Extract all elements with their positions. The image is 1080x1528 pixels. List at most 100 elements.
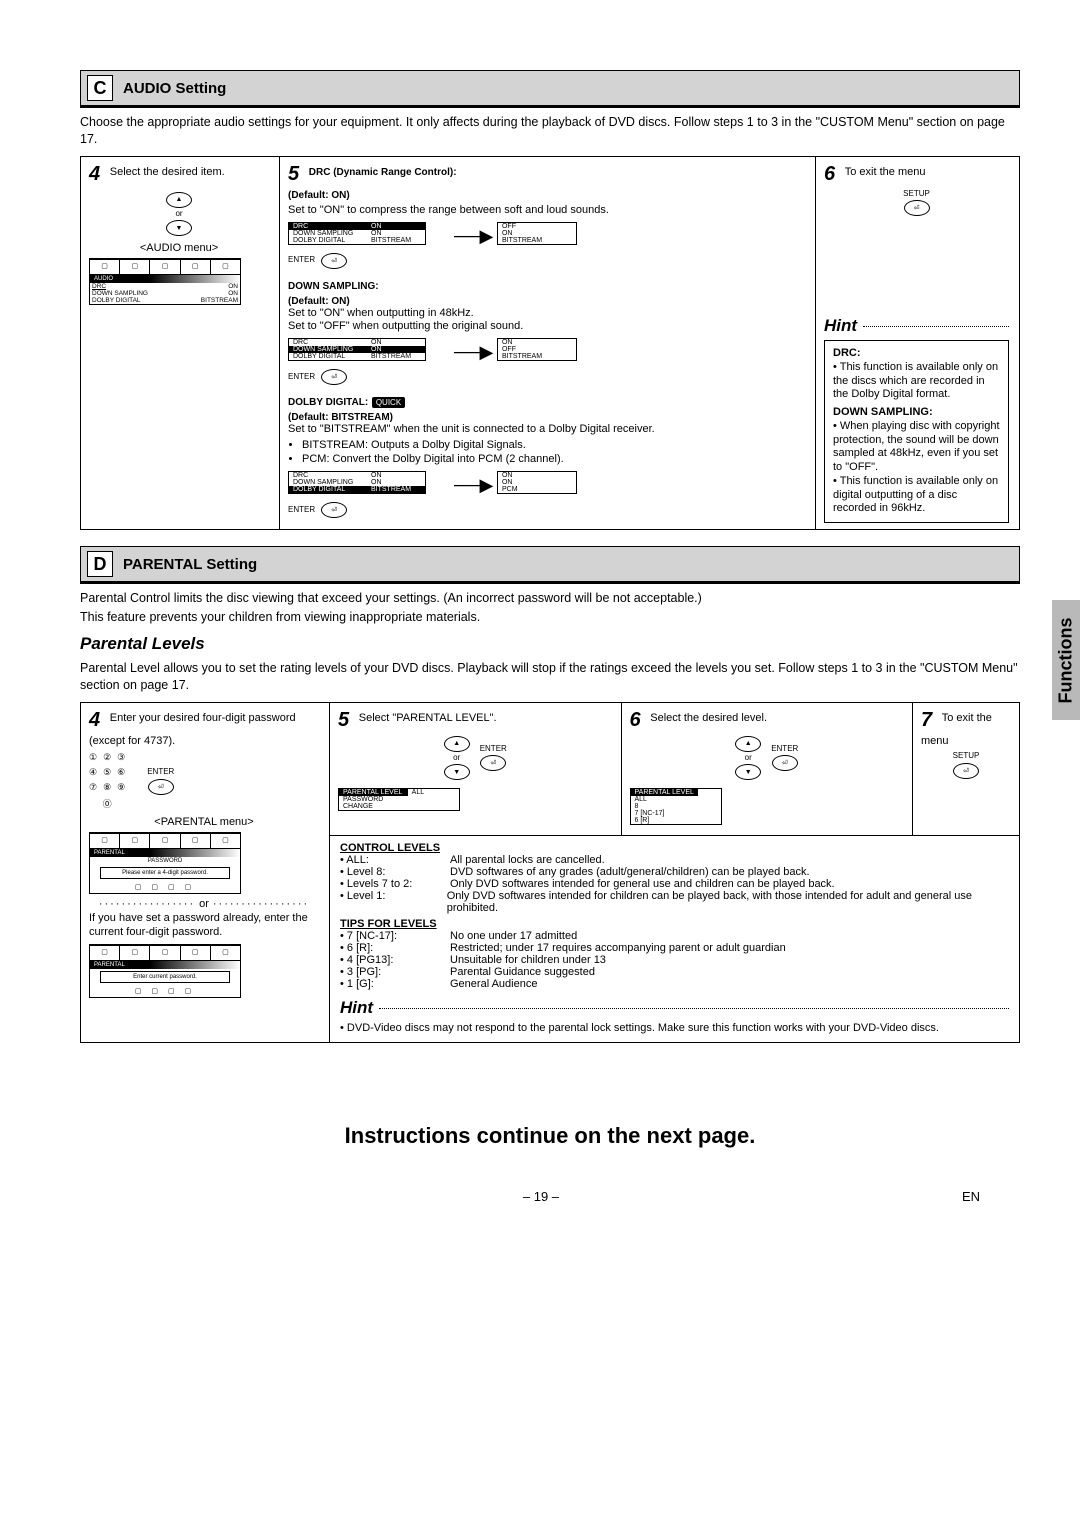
or-label: or [453,754,460,762]
up-button-icon: ▲ [166,192,192,208]
d-step6-cell: 6 Select the desired level. ▲ or ▼ ENTER… [622,703,914,835]
step4-num: 4 [89,163,100,185]
dolby-alt-table: ON ON PCM [497,471,577,494]
up-button-icon: ▲ [735,736,761,752]
d-step4-num: 4 [89,709,100,731]
audio-menu-box: ▢▢▢▢▢ AUDIO DRCON DOWN SAMPLINGON DOLBY … [89,258,241,305]
down-default-table: DRCON DOWN SAMPLINGON DOLBY DIGITALBITST… [288,338,426,361]
d-step5-num: 5 [338,709,349,731]
drc-desc: Set to "ON" to compress the range betwee… [288,204,609,216]
section-d-steps: 4 Enter your desired four-digit password… [80,702,1020,1043]
enter-label: ENTER [771,745,798,753]
step4-cell: 4 Select the desired item. ▲ or ▼ <AUDIO… [81,157,280,529]
section-d-header: D PARENTAL Setting [80,546,1020,584]
setup-button-icon: ⏎ [953,763,979,779]
control-levels-head: CONTROL LEVELS [340,842,1009,854]
continue-notice: Instructions continue on the next page. [80,1123,1020,1149]
password-boxes-icon: ▢ ▢ ▢ ▢ [90,881,240,893]
dolby-bullet2: PCM: Convert the Dolby Digital into PCM … [302,453,805,465]
section-c-letter: C [87,75,113,101]
section-c-header: C AUDIO Setting [80,70,1020,108]
enter-label: ENTER [288,506,315,514]
or-label: or [199,898,209,910]
downsampling-desc1: Set to "ON" when outputting in 48kHz. [288,307,805,321]
parental-levels-subhead: Parental Levels [80,634,1020,654]
enter-button-icon: ⏎ [148,779,174,795]
page-footer: – 19 – EN [80,1189,1020,1204]
down-button-icon: ▼ [166,220,192,236]
d-step7-num: 7 [921,709,932,731]
step5-cell: 5 DRC (Dynamic Range Control): (Default:… [280,157,816,529]
down-button-icon: ▼ [735,764,761,780]
enter-label: ENTER [147,768,174,776]
downsampling-desc2: Set to "OFF" when outputting the origina… [288,320,805,334]
section-c-steps: 4 Select the desired item. ▲ or ▼ <AUDIO… [80,156,1020,530]
dolby-default: (Default: BITSTREAM) [288,412,393,423]
control-levels-block: CONTROL LEVELS • ALL:All parental locks … [330,836,1019,1042]
hint-drc-text: This function is available only on the d… [833,361,998,401]
step4-text: Select the desired item. [110,166,225,178]
step6-cell: 6 To exit the menu SETUP ⏎ Hint DRC: • T… [816,157,1019,529]
d-step6-text: Select the desired level. [650,712,767,724]
downsampling-heading: DOWN SAMPLING: [288,281,379,292]
dolby-bullet1: BITSTREAM: Outputs a Dolby Digital Signa… [302,439,805,451]
side-tab-label: Functions [1056,617,1077,703]
section-d-title: PARENTAL Setting [123,556,257,573]
or-label: or [175,210,182,218]
hint-d-title: Hint [340,998,373,1018]
setup-button-icon: ⏎ [904,200,930,216]
down-button-icon: ▼ [444,764,470,780]
tips-levels-head: TIPS FOR LEVELS [340,918,1009,930]
drc-default-table: DRCON DOWN SAMPLINGON DOLBY DIGITALBITST… [288,222,426,245]
hint-c-box: DRC: • This function is available only o… [824,340,1009,523]
section-d-intro1: Parental Control limits the disc viewing… [80,590,1020,607]
enter-button-icon: ⏎ [321,369,347,385]
section-d-intro2: This feature prevents your children from… [80,609,1020,626]
d-step7-cell: 7 To exit the menu SETUP ⏎ [913,703,1019,835]
keypad-icon: ①②③ [89,752,131,763]
side-tab: Functions [1052,600,1080,720]
drc-alt-table: OFF ON BITSTREAM [497,222,577,245]
d-step4-cell: 4 Enter your desired four-digit password… [81,703,330,1042]
section-c-title: AUDIO Setting [123,80,226,97]
hint-c-title: Hint [824,316,857,336]
d-step4-alt: If you have set a password already, ente… [89,912,319,940]
enter-button-icon: ⏎ [772,755,798,771]
enter-label: ENTER [288,373,315,381]
parental-menu-box2: ▢▢▢▢▢ PARENTAL Enter current password. ▢… [89,944,241,998]
d-step6-num: 6 [630,709,641,731]
arrow-icon: ──▶ [454,475,493,495]
enter-button-icon: ⏎ [480,755,506,771]
setup-label: SETUP [903,190,930,198]
parental-menu-caption: <PARENTAL menu> [89,816,319,828]
d-step5-text: Select "PARENTAL LEVEL". [359,712,497,724]
hint-d-text: DVD-Video discs may not respond to the p… [347,1022,939,1034]
password-boxes-icon: ▢ ▢ ▢ ▢ [90,985,240,997]
quick-badge: QUICK [372,397,405,408]
hint-down-text1: When playing disc with copyright protect… [833,420,1000,473]
audio-menu-caption: <AUDIO menu> [89,242,269,254]
step6-num: 6 [824,163,835,185]
d-right-cell: 5 Select "PARENTAL LEVEL". ▲ or ▼ ENTER ⏎… [330,703,1019,1042]
downsampling-default: (Default: ON) [288,296,350,307]
arrow-icon: ──▶ [454,342,493,362]
drc-heading: DRC (Dynamic Range Control): [309,167,457,178]
setup-label: SETUP [953,752,980,760]
enter-label: ENTER [288,256,315,264]
audio-menu-bar: AUDIO [90,275,240,283]
arrow-icon: ──▶ [454,226,493,246]
enter-button-icon: ⏎ [321,502,347,518]
step6-text: To exit the menu [845,166,926,178]
dolby-heading: DOLBY DIGITAL: [288,397,368,408]
keypad-icon: ⑦⑧⑨ [89,782,131,793]
up-button-icon: ▲ [444,736,470,752]
keypad-icon: ⓪ [89,797,131,810]
parental-menu-box1: ▢▢▢▢▢ PARENTAL PASSWORD Please enter a 4… [89,832,241,894]
dolby-desc: Set to "BITSTREAM" when the unit is conn… [288,423,805,437]
step5-num: 5 [288,163,299,185]
hint-drc-head: DRC: [833,347,1000,361]
drc-default: (Default: ON) [288,190,350,201]
page-lang: EN [962,1189,980,1204]
dolby-default-table: DRCON DOWN SAMPLINGON DOLBY DIGITALBITST… [288,471,426,494]
enter-label: ENTER [480,745,507,753]
